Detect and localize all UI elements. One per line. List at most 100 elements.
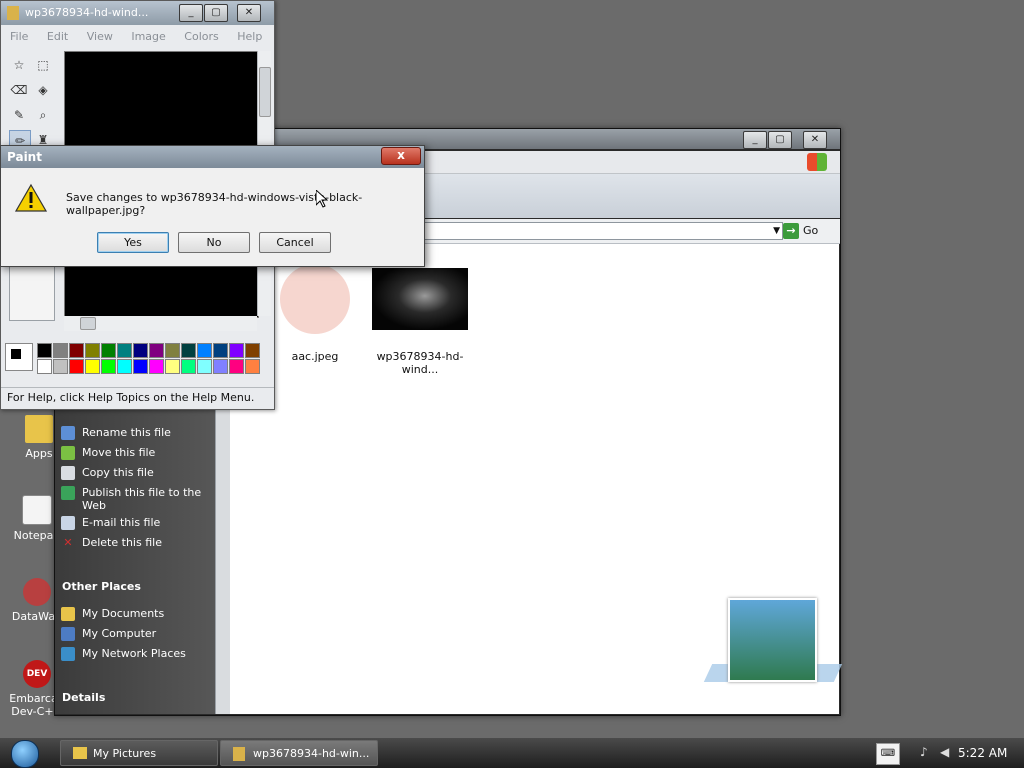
copy-icon	[61, 466, 75, 480]
chevron-down-icon[interactable]: ▼	[773, 223, 780, 239]
palette-top-swatch[interactable]	[69, 343, 84, 358]
task-email[interactable]: E-mail this file	[61, 516, 160, 530]
no-button[interactable]: No	[178, 232, 250, 253]
clock[interactable]: 5:22 AM	[958, 738, 1007, 768]
file-item[interactable]: aac.jpeg	[270, 264, 360, 363]
warning-icon	[14, 183, 48, 213]
dialog-message: Save changes to wp3678934-hd-windows-vis…	[66, 191, 363, 217]
go-button[interactable]: → Go	[783, 222, 833, 240]
delete-icon: ✕	[63, 536, 73, 549]
palette-bottom-swatch[interactable]	[53, 359, 68, 374]
menu-view[interactable]: View	[87, 30, 113, 43]
keyboard-icon[interactable]: ⌨	[876, 743, 900, 765]
place-my-network[interactable]: My Network Places	[61, 647, 186, 661]
palette-bottom-swatch[interactable]	[165, 359, 180, 374]
magnifier-icon[interactable]: ⌕	[33, 105, 53, 125]
start-button[interactable]	[2, 739, 48, 768]
rect-select-icon[interactable]: ⬚	[33, 55, 53, 75]
palette-top-swatch[interactable]	[197, 343, 212, 358]
palette-top-swatch[interactable]	[133, 343, 148, 358]
file-name: aac.jpeg	[291, 350, 339, 363]
palette-bottom-swatch[interactable]	[213, 359, 228, 374]
palette-bottom-swatch[interactable]	[229, 359, 244, 374]
palette-bottom-swatch[interactable]	[133, 359, 148, 374]
menu-image[interactable]: Image	[131, 30, 165, 43]
notepad-icon	[22, 495, 52, 525]
network-icon	[61, 647, 75, 661]
palette-top-swatch[interactable]	[53, 343, 68, 358]
paint-title-text: wp3678934-hd-wind...	[25, 6, 149, 19]
palette-bottom-swatch[interactable]	[85, 359, 100, 374]
place-my-computer[interactable]: My Computer	[61, 627, 156, 641]
picker-icon[interactable]: ✎	[9, 105, 29, 125]
dialog-close-button[interactable]: x	[381, 147, 421, 165]
mouse-cursor-icon	[315, 188, 329, 211]
close-button[interactable]: ✕	[237, 4, 261, 22]
paint-titlebar[interactable]: wp3678934-hd-wind... _ ▢ ✕	[1, 1, 274, 25]
close-button[interactable]: ✕	[803, 131, 827, 149]
palette-bottom-swatch[interactable]	[197, 359, 212, 374]
maximize-button[interactable]: ▢	[768, 131, 792, 149]
palette-bottom-swatch[interactable]	[37, 359, 52, 374]
menu-edit[interactable]: Edit	[47, 30, 68, 43]
menu-help[interactable]: Help	[237, 30, 262, 43]
folder-icon	[73, 747, 87, 759]
place-my-documents[interactable]: My Documents	[61, 607, 164, 621]
task-move[interactable]: Move this file	[61, 446, 155, 460]
paint-app-icon	[7, 6, 19, 20]
details-title[interactable]: Details	[62, 691, 105, 704]
taskbar-item-my-pictures[interactable]: My Pictures	[60, 740, 218, 766]
cancel-button[interactable]: Cancel	[259, 232, 331, 253]
folder-icon	[61, 607, 75, 621]
thumbnail	[280, 264, 350, 334]
task-publish[interactable]: Publish this file to the Web	[61, 486, 211, 512]
palette-top-swatch[interactable]	[149, 343, 164, 358]
palette-bottom-swatch[interactable]	[117, 359, 132, 374]
dialog-titlebar[interactable]: Paint x	[1, 146, 424, 168]
tray-icon[interactable]: ♪	[920, 745, 938, 761]
palette-bottom-swatch[interactable]	[181, 359, 196, 374]
canvas-horizontal-scrollbar[interactable]	[64, 316, 257, 331]
free-select-icon[interactable]: ☆	[9, 55, 29, 75]
palette-top-swatch[interactable]	[229, 343, 244, 358]
palette-bottom-swatch[interactable]	[245, 359, 260, 374]
publish-icon	[61, 486, 75, 500]
menu-colors[interactable]: Colors	[184, 30, 218, 43]
windows-logo-icon	[807, 153, 827, 171]
palette-top-swatch[interactable]	[181, 343, 196, 358]
task-copy[interactable]: Copy this file	[61, 466, 154, 480]
devcpp-icon: DEV	[23, 660, 51, 688]
computer-icon	[61, 627, 75, 641]
palette-bottom-swatch[interactable]	[69, 359, 84, 374]
arrow-right-icon: →	[783, 223, 799, 239]
minimize-button[interactable]: _	[743, 131, 767, 149]
task-delete[interactable]: ✕ Delete this file	[61, 536, 162, 550]
go-label: Go	[803, 224, 819, 237]
windows-orb-icon	[11, 740, 39, 768]
palette-top-swatch[interactable]	[37, 343, 52, 358]
palette-bottom-swatch[interactable]	[101, 359, 116, 374]
taskbar-item-paint[interactable]: wp3678934-hd-win...	[220, 740, 378, 766]
maximize-button[interactable]: ▢	[204, 4, 228, 22]
volume-icon[interactable]: ◀	[940, 745, 956, 761]
dialog-title: Paint	[7, 150, 42, 164]
palette-top-swatch[interactable]	[85, 343, 100, 358]
rename-icon	[61, 426, 75, 440]
palette-bottom-swatch[interactable]	[149, 359, 164, 374]
other-places-title: Other Places	[62, 580, 141, 593]
fill-icon[interactable]: ◈	[33, 80, 53, 100]
file-item[interactable]: wp3678934-hd-wind...	[360, 264, 480, 376]
current-colors[interactable]	[5, 343, 33, 371]
palette-top-swatch[interactable]	[213, 343, 228, 358]
eraser-icon[interactable]: ⌫	[9, 80, 29, 100]
yes-button[interactable]: Yes	[97, 232, 169, 253]
minimize-button[interactable]: _	[179, 4, 203, 22]
file-name: wp3678934-hd-wind...	[376, 350, 464, 376]
task-rename[interactable]: Rename this file	[61, 426, 171, 440]
palette-top-swatch[interactable]	[101, 343, 116, 358]
menu-file[interactable]: File	[10, 30, 28, 43]
palette-top-swatch[interactable]	[117, 343, 132, 358]
taskbar: My Pictures wp3678934-hd-win... ⌨ ♪ ◀ 5:…	[0, 738, 1024, 768]
palette-top-swatch[interactable]	[165, 343, 180, 358]
palette-top-swatch[interactable]	[245, 343, 260, 358]
